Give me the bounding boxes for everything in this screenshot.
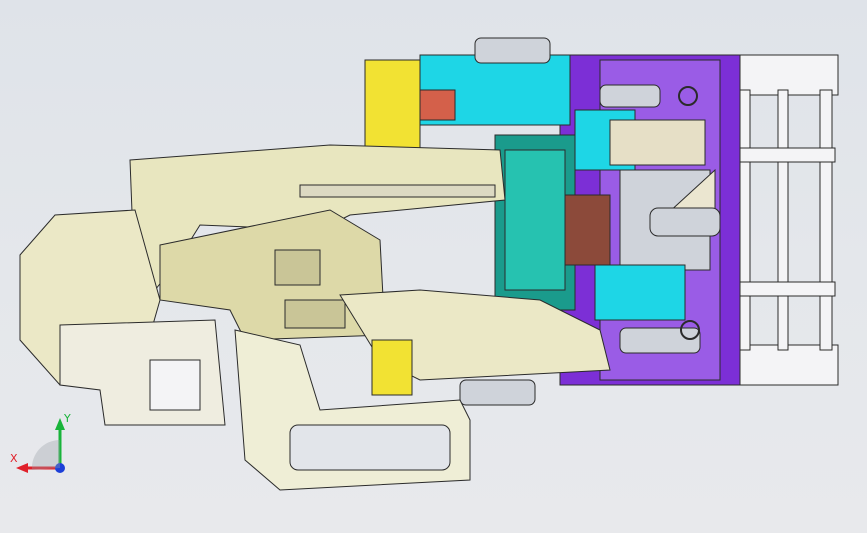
- arm-square-window: [274, 249, 321, 286]
- rail-post-mid: [777, 89, 789, 351]
- arm-gray-panel: [149, 359, 201, 411]
- arm-lower-window: [284, 299, 346, 329]
- cad-model-view[interactable]: [0, 0, 867, 533]
- rail-tab-1: [734, 147, 836, 163]
- cyan-lower-block: [594, 264, 686, 321]
- rail-bottom-bar: [727, 344, 839, 386]
- teal-core-highlight: [504, 149, 566, 291]
- cylinder-bottom-1: [619, 327, 701, 354]
- rail-tab-2: [734, 281, 836, 297]
- cylinder-top-1: [474, 37, 551, 64]
- triad-shadow-icon: [31, 439, 60, 470]
- x-axis-label: X: [10, 452, 18, 465]
- arm-yellow-bracket: [371, 339, 413, 396]
- rail-post-right: [819, 89, 833, 351]
- x-axis-arrow: [16, 463, 28, 473]
- graphics-viewport[interactable]: Y X: [0, 0, 867, 533]
- rail-frame[interactable]: [727, 54, 839, 386]
- rail-post-left: [739, 89, 751, 351]
- tan-block: [609, 119, 706, 166]
- arm-rod: [299, 184, 496, 198]
- y-axis-label: Y: [63, 412, 71, 425]
- cylinder-top-2: [599, 84, 661, 108]
- brown-clamp-arm: [564, 194, 611, 266]
- yellow-block-left: [364, 59, 421, 161]
- arm-bottom-slot: [289, 424, 451, 471]
- cylinder-mid: [649, 207, 721, 237]
- cylinder-bottom-2: [459, 379, 536, 406]
- red-clamp: [419, 89, 456, 121]
- rail-top-bar: [727, 54, 839, 96]
- coordinate-triad: Y X: [10, 412, 71, 473]
